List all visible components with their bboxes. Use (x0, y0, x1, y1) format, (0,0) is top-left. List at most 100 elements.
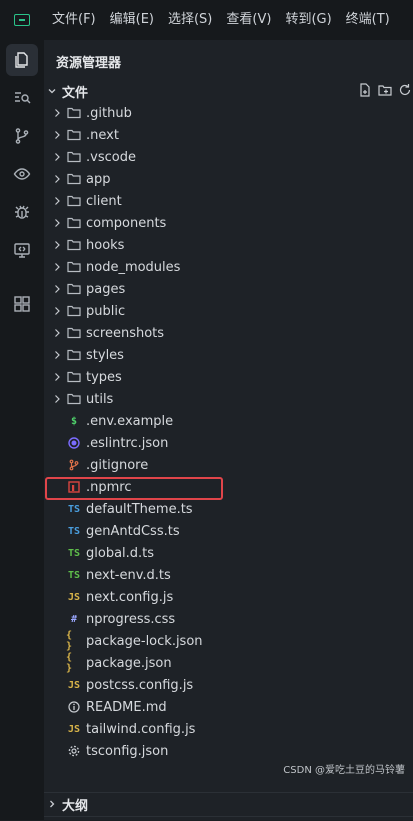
outline-section-label: 大纲 (62, 798, 89, 814)
dts-file-icon: TS (67, 547, 81, 559)
item-label: README.md (86, 699, 167, 715)
menu-go[interactable]: 转到(G) (277, 0, 337, 40)
menu-edit[interactable]: 编辑(E) (102, 0, 160, 40)
npm-file-icon (66, 479, 82, 495)
file-item[interactable]: # nprogress.css (44, 608, 413, 630)
chevron-right-icon (50, 218, 64, 228)
item-label: .vscode (86, 149, 136, 165)
folder-item[interactable]: .github (44, 102, 413, 124)
remote-explorer-icon[interactable] (6, 234, 38, 266)
item-label: app (86, 171, 111, 187)
folder-item[interactable]: styles (44, 344, 413, 366)
file-item[interactable]: TS next-env.d.ts (44, 564, 413, 586)
json-file-icon: { } (66, 652, 73, 674)
item-label: .next (86, 127, 119, 143)
menu-file[interactable]: 文件(F) (44, 0, 102, 40)
chevron-right-icon (50, 306, 64, 316)
item-label: next-env.d.ts (86, 567, 171, 583)
folder-item[interactable]: client (44, 190, 413, 212)
eye-icon[interactable] (6, 158, 38, 190)
folder-icon (66, 171, 82, 187)
json-file-icon: { } (66, 630, 73, 652)
file-item[interactable]: $ .env.example (44, 410, 413, 432)
folder-icon (66, 193, 82, 209)
file-item[interactable]: TS genAntdCss.ts (44, 520, 413, 542)
menu-bar: 文件(F) 编辑(E) 选择(S) 查看(V) 转到(G) 终端(T) (0, 0, 413, 40)
env-file-icon: $ (70, 415, 78, 427)
chevron-right-icon (50, 262, 64, 272)
watermark-text: CSDN @爱吃土豆的马铃薯 (281, 761, 407, 776)
folder-icon (66, 105, 82, 121)
folder-icon (66, 149, 82, 165)
file-item[interactable]: JS tailwind.config.js (44, 718, 413, 740)
file-tree: .github .next .vscode app client components ho… (44, 102, 413, 762)
menu-view[interactable]: 查看(V) (218, 0, 277, 40)
chevron-right-icon (50, 284, 64, 294)
file-item[interactable]: README.md (44, 696, 413, 718)
folder-item[interactable]: .vscode (44, 146, 413, 168)
folder-icon (66, 325, 82, 341)
folder-item[interactable]: node_modules (44, 256, 413, 278)
chevron-right-icon (50, 372, 64, 382)
folder-item[interactable]: hooks (44, 234, 413, 256)
refresh-icon[interactable] (397, 82, 413, 98)
js-file-icon: JS (67, 591, 81, 603)
css-file-icon: # (70, 613, 78, 625)
item-label: public (86, 303, 126, 319)
folder-item[interactable]: types (44, 366, 413, 388)
folder-item[interactable]: pages (44, 278, 413, 300)
file-item[interactable]: tsconfig.json (44, 740, 413, 762)
file-item[interactable]: { } package.json (44, 652, 413, 674)
ts-file-icon: TS (67, 525, 81, 537)
item-label: genAntdCss.ts (86, 523, 180, 539)
menu-selection[interactable]: 选择(S) (160, 0, 218, 40)
source-control-icon[interactable] (6, 120, 38, 152)
chevron-right-icon (50, 240, 64, 250)
chevron-right-icon (50, 108, 64, 118)
extensions-icon[interactable] (6, 288, 38, 320)
item-label: pages (86, 281, 126, 297)
item-label: .env.example (86, 413, 174, 429)
explorer-title: 资源管理器 (56, 56, 122, 71)
folder-item[interactable]: utils (44, 388, 413, 410)
chevron-right-icon (50, 394, 64, 404)
file-item[interactable]: .gitignore (44, 454, 413, 476)
file-item[interactable]: .eslintrc.json (44, 432, 413, 454)
chevron-right-icon (50, 196, 64, 206)
file-item[interactable]: JS postcss.config.js (44, 674, 413, 696)
search-icon[interactable] (6, 82, 38, 114)
app-logo-icon[interactable] (0, 0, 44, 40)
debug-icon[interactable] (6, 196, 38, 228)
file-item[interactable]: { } package-lock.json (44, 630, 413, 652)
folder-item[interactable]: .next (44, 124, 413, 146)
item-label: client (86, 193, 122, 209)
chevron-right-icon (50, 328, 64, 338)
folder-item[interactable]: screenshots (44, 322, 413, 344)
outline-section-header[interactable]: 大纲 (44, 792, 413, 815)
gear-file-icon (66, 743, 82, 759)
folder-icon (66, 259, 82, 275)
files-section-header[interactable]: 文件 (44, 80, 413, 102)
folder-icon (66, 303, 82, 319)
folder-icon (66, 237, 82, 253)
files-icon[interactable] (6, 44, 38, 76)
file-item[interactable]: .npmrc (44, 476, 413, 498)
item-label: .eslintrc.json (86, 435, 169, 451)
folder-item[interactable]: app (44, 168, 413, 190)
item-label: package-lock.json (86, 633, 203, 649)
file-item[interactable]: TS global.d.ts (44, 542, 413, 564)
file-item[interactable]: TS defaultTheme.ts (44, 498, 413, 520)
folder-item[interactable]: public (44, 300, 413, 322)
chevron-right-icon (44, 799, 60, 809)
ts-file-icon: TS (67, 503, 81, 515)
new-folder-icon[interactable] (377, 82, 393, 98)
item-label: postcss.config.js (86, 677, 194, 693)
folder-icon (66, 281, 82, 297)
chevron-right-icon (50, 152, 64, 162)
panel-divider (44, 816, 413, 821)
menu-terminal[interactable]: 终端(T) (338, 0, 396, 40)
file-item[interactable]: JS next.config.js (44, 586, 413, 608)
new-file-icon[interactable] (357, 82, 373, 98)
folder-item[interactable]: components (44, 212, 413, 234)
item-label: defaultTheme.ts (86, 501, 193, 517)
